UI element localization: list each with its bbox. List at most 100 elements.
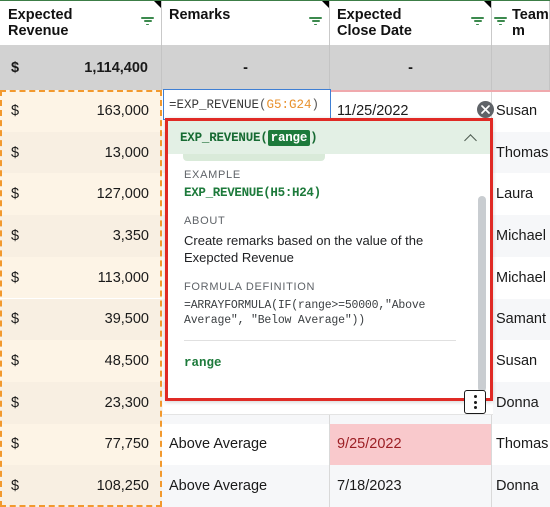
expected-revenue-cell[interactable]: $23,300 bbox=[0, 381, 162, 424]
expected-revenue-cell[interactable]: $127,000 bbox=[0, 173, 162, 216]
total-remarks-cell[interactable]: - bbox=[162, 45, 330, 90]
team-member-value: Thomas bbox=[496, 144, 549, 161]
close-icon[interactable] bbox=[477, 101, 494, 118]
team-member-value: Susan bbox=[496, 353, 538, 370]
tooltip-scrollbar[interactable] bbox=[478, 196, 486, 396]
filter-icon[interactable] bbox=[141, 17, 154, 28]
team-member-value: Donna bbox=[496, 394, 539, 411]
close-date-cell[interactable]: 9/25/2022 bbox=[330, 423, 492, 466]
team-member-value: Laura bbox=[496, 186, 534, 203]
column-header-team-member[interactable]: Team m bbox=[492, 1, 550, 45]
total-remarks-value: - bbox=[243, 59, 248, 76]
chevron-up-icon[interactable] bbox=[465, 131, 478, 144]
total-close-date-value: - bbox=[408, 59, 413, 76]
expected-revenue-cell[interactable]: $48,500 bbox=[0, 340, 162, 382]
revenue-amount: 39,500 bbox=[104, 311, 149, 328]
spreadsheet-viewport: Expected Revenue Remarks Expected Close Da… bbox=[0, 0, 550, 507]
header-label: Remarks bbox=[169, 7, 231, 23]
filter-icon[interactable] bbox=[309, 17, 322, 28]
team-member-cell[interactable]: Samant bbox=[492, 298, 550, 341]
header-label: Expected Close Date bbox=[337, 7, 412, 39]
about-text: Create remarks based on the value of the… bbox=[184, 233, 424, 265]
team-member-value: Samant bbox=[496, 311, 546, 328]
table-row[interactable]: $108,250 Above Average 7/18/2023 Donna bbox=[0, 465, 550, 507]
expected-revenue-cell[interactable]: $77,750 bbox=[0, 423, 162, 466]
team-member-cell[interactable]: Donna bbox=[492, 381, 550, 424]
revenue-amount: 113,000 bbox=[97, 269, 149, 286]
team-member-cell[interactable]: Michael bbox=[492, 256, 550, 299]
revenue-amount: 127,000 bbox=[96, 186, 149, 203]
team-member-value: Susan bbox=[496, 102, 538, 119]
parameter-name: range bbox=[184, 356, 222, 370]
example-section-label: EXAMPLE bbox=[184, 169, 241, 181]
expected-revenue-cell[interactable]: $39,500 bbox=[0, 298, 162, 341]
expected-revenue-cell[interactable]: $113,000 bbox=[0, 256, 162, 299]
definition-code: =ARRAYFORMULA(IF(range>=50000,"Above Ave… bbox=[184, 299, 426, 327]
currency-symbol: $ bbox=[11, 353, 20, 370]
team-member-value: Michael bbox=[496, 227, 546, 244]
column-header-remarks[interactable]: Remarks bbox=[162, 1, 330, 45]
expected-revenue-cell[interactable]: $163,000 bbox=[0, 90, 162, 132]
currency-symbol: $ bbox=[11, 394, 20, 411]
formula-function-name: =EXP_REVENUE bbox=[169, 97, 260, 112]
revenue-amount: 48,500 bbox=[104, 353, 149, 370]
currency-symbol: $ bbox=[11, 311, 20, 328]
currency-symbol: $ bbox=[11, 436, 20, 453]
column-header-expected-revenue[interactable]: Expected Revenue bbox=[0, 1, 162, 45]
cell-corner-marker-icon bbox=[322, 1, 329, 8]
currency-symbol: $ bbox=[11, 144, 20, 161]
currency-symbol: $ bbox=[11, 269, 20, 286]
team-member-cell[interactable]: Thomas bbox=[492, 423, 550, 466]
revenue-amount: 13,000 bbox=[104, 144, 149, 161]
column-header-expected-close-date[interactable]: Expected Close Date bbox=[330, 1, 492, 45]
more-options-icon[interactable] bbox=[464, 390, 486, 414]
example-code: EXP_REVENUE(H5:H24) bbox=[184, 186, 321, 200]
filter-icon[interactable] bbox=[471, 17, 484, 28]
definition-section-label: FORMULA DEFINITION bbox=[184, 281, 316, 293]
tooltip-scrollbar-thumb[interactable] bbox=[478, 196, 486, 392]
tooltip-divider bbox=[184, 340, 456, 341]
tooltip-close-paren: ) bbox=[310, 130, 318, 145]
team-member-cell[interactable]: Susan bbox=[492, 90, 550, 132]
totals-row: $ 1,114,400 - - bbox=[0, 45, 550, 90]
formula-edit-cell[interactable]: =EXP_REVENUE(G5:G24) bbox=[163, 89, 331, 120]
remarks-value: Above Average bbox=[169, 478, 268, 495]
tooltip-header[interactable]: EXP_REVENUE(range) bbox=[168, 121, 490, 154]
remarks-cell[interactable]: Above Average bbox=[162, 423, 330, 466]
filter-icon[interactable] bbox=[494, 17, 507, 28]
row-highlight-rule bbox=[330, 90, 550, 92]
expected-revenue-cell[interactable]: $108,250 bbox=[0, 465, 162, 507]
remarks-cell[interactable]: Above Average bbox=[162, 465, 330, 507]
total-team-member-cell[interactable] bbox=[492, 45, 550, 90]
currency-symbol: $ bbox=[11, 59, 20, 76]
formula-open-paren: ( bbox=[259, 97, 267, 112]
remarks-value: Above Average bbox=[169, 436, 268, 453]
total-close-date-cell[interactable]: - bbox=[330, 45, 492, 90]
team-member-cell[interactable]: Susan bbox=[492, 340, 550, 382]
tooltip-signature: EXP_REVENUE(range) bbox=[180, 129, 318, 146]
expected-revenue-cell[interactable]: $3,350 bbox=[0, 215, 162, 257]
tooltip-scroll-fade bbox=[183, 154, 325, 161]
table-row[interactable]: $77,750 Above Average 9/25/2022 Thomas bbox=[0, 423, 550, 466]
close-date-cell[interactable]: 7/18/2023 bbox=[330, 465, 492, 507]
about-section-label: ABOUT bbox=[184, 215, 226, 227]
team-member-cell[interactable]: Thomas bbox=[492, 131, 550, 174]
total-expected-revenue-cell[interactable]: $ 1,114,400 bbox=[0, 45, 162, 90]
team-member-value: Thomas bbox=[496, 436, 549, 453]
tooltip-body: EXAMPLE EXP_REVENUE(H5:H24) ABOUT Create… bbox=[168, 154, 490, 398]
expected-revenue-cell[interactable]: $13,000 bbox=[0, 131, 162, 174]
header-label: Expected Revenue bbox=[8, 7, 73, 39]
close-date-value: 7/18/2023 bbox=[337, 478, 402, 495]
revenue-amount: 108,250 bbox=[96, 478, 149, 495]
team-member-cell[interactable]: Laura bbox=[492, 173, 550, 216]
team-member-cell[interactable]: Donna bbox=[492, 465, 550, 507]
team-member-cell[interactable]: Michael bbox=[492, 215, 550, 257]
revenue-amount: 77,750 bbox=[104, 436, 149, 453]
formula-close-paren: ) bbox=[311, 97, 320, 112]
cell-corner-marker-icon bbox=[154, 1, 161, 8]
revenue-amount: 23,300 bbox=[104, 394, 149, 411]
currency-symbol: $ bbox=[11, 478, 20, 495]
currency-symbol: $ bbox=[11, 227, 20, 244]
close-date-value: 9/25/2022 bbox=[337, 436, 402, 453]
column-header-row: Expected Revenue Remarks Expected Close Da… bbox=[0, 0, 550, 45]
